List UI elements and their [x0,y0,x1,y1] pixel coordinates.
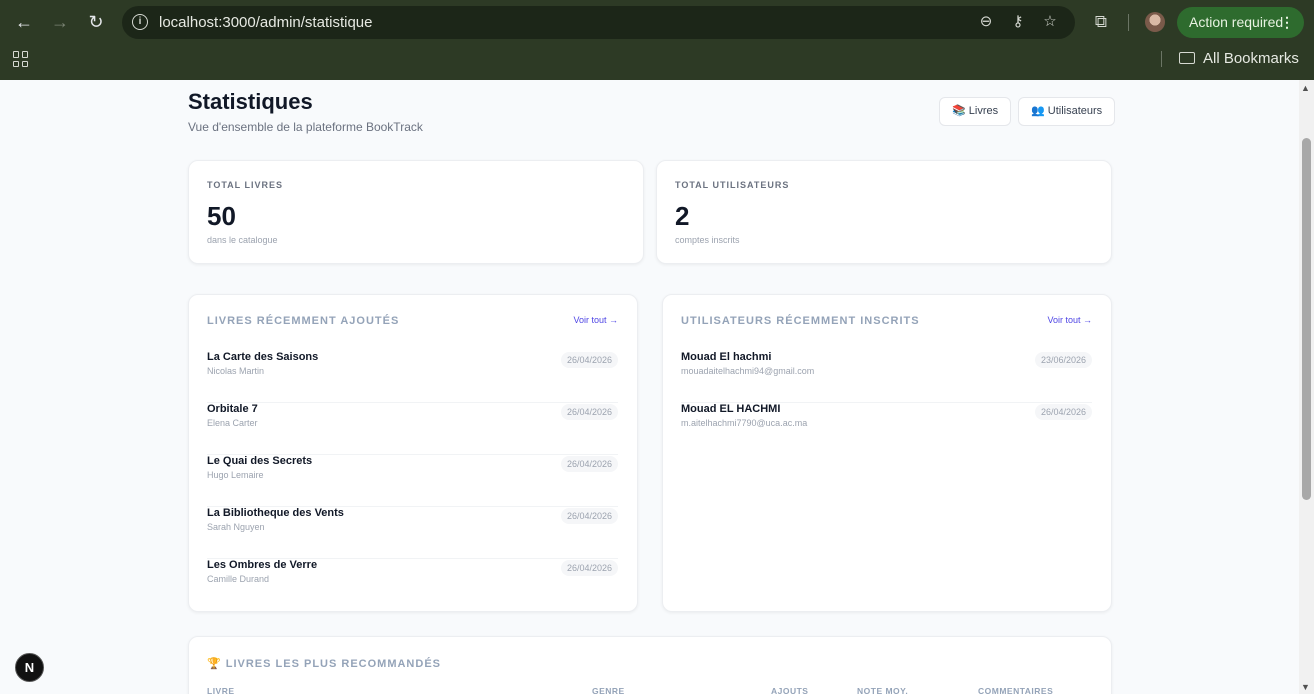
extensions-icon[interactable]: ⧉ [1089,10,1113,34]
browser-toolbar: ← → ↻ i localhost:3000/admin/statistique… [0,0,1314,80]
list-item[interactable]: Les Ombres de Verre Camille Durand 26/04… [207,559,618,611]
apps-grid-icon[interactable] [13,51,29,67]
list-item[interactable]: La Carte des Saisons Nicolas Martin 26/0… [207,351,618,403]
list-item[interactable]: La Bibliotheque des Vents Sarah Nguyen 2… [207,507,618,559]
column-header: NOTE MOY. [857,686,909,694]
date-badge: 26/04/2026 [560,404,618,420]
book-author: Hugo Lemaire [207,470,264,480]
stat-value: 50 [207,201,236,231]
user-name: Mouad EL HACHMI [681,403,781,415]
date-badge: 26/04/2026 [560,508,618,524]
book-title: Le Quai des Secrets [207,455,313,467]
voir-tout-link[interactable]: Voir tout → [573,315,618,325]
user-email: m.aitelhachmi7790@uca.ac.ma [681,418,808,428]
scrollbar-thumb[interactable] [1302,138,1311,500]
date-badge: 26/04/2026 [560,560,618,576]
address-bar[interactable]: i localhost:3000/admin/statistique ⊖ ⚷ ☆ [122,6,1075,39]
site-info-icon[interactable]: i [132,14,148,30]
password-key-icon[interactable]: ⚷ [1008,12,1028,32]
book-title: Orbitale 7 [207,403,258,415]
livres-button[interactable]: 📚 Livres [939,97,1012,126]
date-badge: 26/04/2026 [560,456,618,472]
list-item[interactable]: Orbitale 7 Elena Carter 26/04/2026 [207,403,618,455]
total-books-card: TOTAL LIVRES 50 dans le catalogue [188,160,644,264]
menu-dots-icon: ⋮ [1280,14,1294,30]
folder-icon [1179,52,1195,64]
section-title: LIVRES RÉCEMMENT AJOUTÉS [207,315,400,327]
stat-subtitle: dans le catalogue [207,235,278,245]
date-badge: 26/04/2026 [1034,404,1092,420]
action-required-label: Action required [1189,14,1284,30]
book-title: Les Ombres de Verre [207,559,318,571]
book-author: Nicolas Martin [207,366,265,376]
list-item[interactable]: Mouad El hachmi mouadaitelhachmi94@gmail… [681,351,1092,403]
toolbar-divider [1128,14,1129,31]
section-title: 🏆 LIVRES LES PLUS RECOMMANDÉS [207,658,441,670]
column-header: LIVRE [207,686,235,694]
recent-books-card: LIVRES RÉCEMMENT AJOUTÉS Voir tout → La … [188,294,638,612]
recent-users-card: UTILISATEURS RÉCEMMENT INSCRITS Voir tou… [662,294,1112,612]
column-header: COMMENTAIRES [978,686,1054,694]
date-badge: 23/06/2026 [1034,352,1092,368]
user-email: mouadaitelhachmi94@gmail.com [681,366,815,376]
stat-subtitle: comptes inscrits [675,235,740,245]
book-title: La Bibliotheque des Vents [207,507,344,519]
list-item[interactable]: Le Quai des Secrets Hugo Lemaire 26/04/2… [207,455,618,507]
total-users-card: TOTAL UTILISATEURS 2 comptes inscrits [656,160,1112,264]
page-title: Statistiques [188,89,313,114]
nextjs-dev-badge[interactable]: N [15,653,44,682]
bookmarks-divider [1161,51,1162,67]
all-bookmarks-link[interactable]: All Bookmarks [1203,50,1299,67]
book-author: Camille Durand [207,574,270,584]
voir-tout-link[interactable]: Voir tout → [1047,315,1092,325]
page-subtitle: Vue d'ensemble de la plateforme BookTrac… [188,120,423,134]
book-title: La Carte des Saisons [207,351,319,363]
stat-label: TOTAL UTILISATEURS [675,180,790,190]
column-header: GENRE [592,686,625,694]
forward-icon[interactable]: → [48,10,72,34]
stat-value: 2 [675,201,690,231]
scroll-down-arrow-icon[interactable]: ▼ [1301,682,1310,692]
utilisateurs-button[interactable]: 👥 Utilisateurs [1018,97,1116,126]
list-item[interactable]: Mouad EL HACHMI m.aitelhachmi7790@uca.ac… [681,403,1092,455]
recommended-books-card: 🏆 LIVRES LES PLUS RECOMMANDÉS LIVRE GENR… [188,636,1112,694]
book-author: Elena Carter [207,418,258,428]
bookmark-star-icon[interactable]: ☆ [1040,12,1060,32]
stat-label: TOTAL LIVRES [207,180,284,190]
url-text[interactable]: localhost:3000/admin/statistique [159,14,372,31]
book-author: Sarah Nguyen [207,522,265,532]
reload-icon[interactable]: ↻ [84,10,108,34]
user-name: Mouad El hachmi [681,351,772,363]
zoom-icon[interactable]: ⊖ [976,12,996,32]
back-icon[interactable]: ← [12,10,36,34]
date-badge: 26/04/2026 [560,352,618,368]
column-header: AJOUTS [771,686,809,694]
scroll-up-arrow-icon[interactable]: ▲ [1301,83,1310,93]
section-title: UTILISATEURS RÉCEMMENT INSCRITS [681,315,920,327]
profile-avatar[interactable] [1145,12,1165,32]
action-required-button[interactable]: Action required ⋮ [1177,7,1304,38]
